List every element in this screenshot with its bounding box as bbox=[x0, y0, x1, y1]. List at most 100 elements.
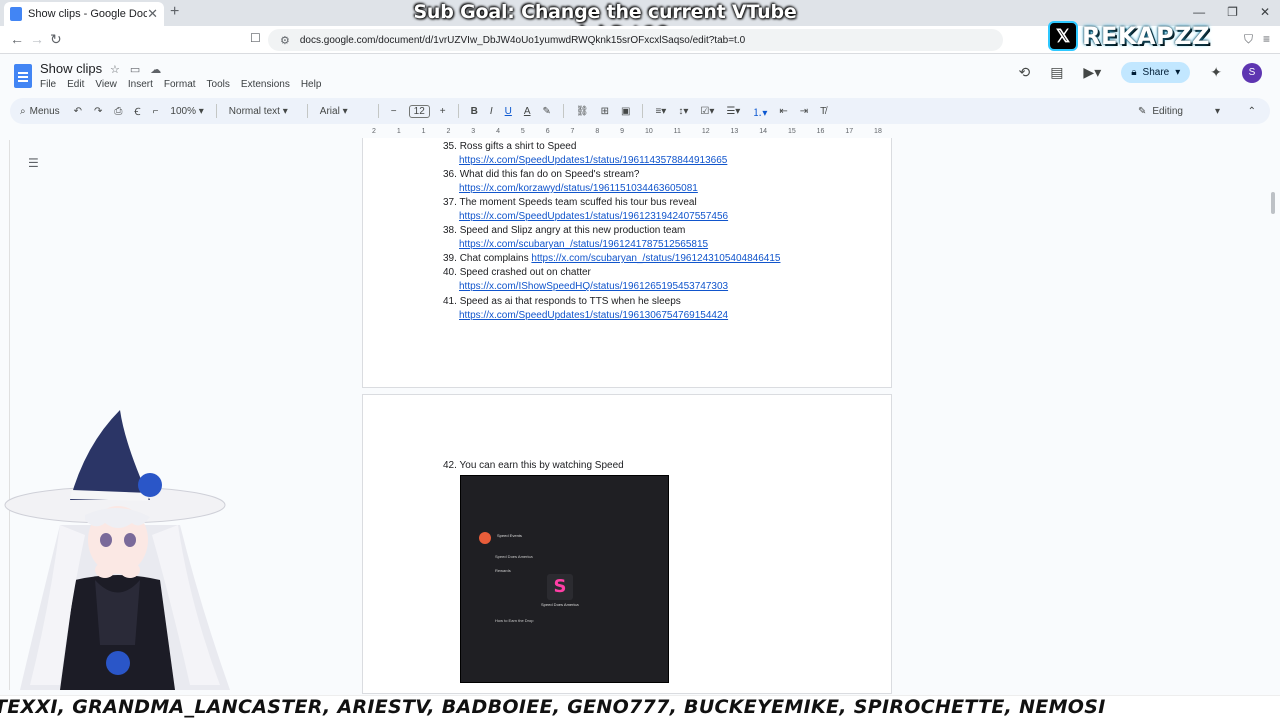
document-page[interactable]: 35. Ross gifts a shirt to Speed https://… bbox=[362, 138, 892, 388]
decrease-indent-icon[interactable]: ⇤ bbox=[779, 106, 787, 117]
list-item: 40. Speed crashed out on chatter bbox=[443, 267, 591, 278]
numbered-list-icon[interactable]: ⒈▾ bbox=[752, 104, 767, 119]
gemini-icon[interactable]: ✦ bbox=[1210, 64, 1222, 81]
font-size-input[interactable]: 12 bbox=[408, 104, 430, 118]
clip-link[interactable]: https://x.com/SpeedUpdates1/status/19613… bbox=[459, 310, 728, 321]
decrease-font-icon[interactable]: − bbox=[391, 106, 397, 117]
embedded-screenshot[interactable]: Speed Events Speed Does America Rewards … bbox=[460, 475, 669, 683]
horizontal-ruler[interactable]: 2 1 1 2 3 4 5 6 7 8 9 10 11 12 13 14 15 16 17 18 bbox=[362, 128, 892, 138]
forward-icon[interactable]: → bbox=[30, 31, 44, 47]
list-item: 37. The moment Speeds team scuffed his t… bbox=[443, 197, 697, 208]
undo-icon[interactable]: ↶ bbox=[74, 106, 82, 117]
channel-avatar bbox=[479, 532, 491, 544]
clip-link[interactable]: https://x.com/IShowSpeedHQ/status/196126… bbox=[459, 281, 728, 292]
menu-file[interactable]: File bbox=[40, 79, 56, 90]
x-icon: 𝕏 bbox=[1048, 21, 1078, 51]
add-comment-icon[interactable]: ⊞ bbox=[601, 106, 609, 117]
underline-icon[interactable]: U bbox=[505, 106, 512, 117]
style-select[interactable]: Normal text ▾ bbox=[229, 106, 295, 117]
document-title[interactable]: Show clips bbox=[40, 61, 102, 76]
version-history-icon[interactable]: ⟲ bbox=[1018, 64, 1030, 81]
minimize-icon[interactable]: — bbox=[1193, 5, 1205, 19]
list-item: 41. Speed as ai that responds to TTS whe… bbox=[443, 296, 681, 307]
editing-label: Editing bbox=[1152, 105, 1183, 117]
url-field[interactable]: ⚙ docs.google.com/document/d/1vrUZVIw_Db… bbox=[268, 29, 1003, 51]
menu-view[interactable]: View bbox=[95, 79, 117, 90]
avatar[interactable]: S bbox=[1242, 62, 1262, 83]
align-icon[interactable]: ≡▾ bbox=[655, 106, 666, 117]
new-tab-icon[interactable]: + bbox=[170, 3, 179, 21]
reload-icon[interactable]: ↻ bbox=[50, 31, 62, 48]
move-folder-icon[interactable]: ▭ bbox=[130, 63, 140, 76]
divider bbox=[642, 104, 644, 118]
highlight-icon[interactable]: ✎ bbox=[543, 106, 551, 117]
clip-link[interactable]: https://x.com/scubaryan_/status/19612417… bbox=[459, 239, 708, 250]
document-outline-icon[interactable]: ☰ bbox=[28, 156, 39, 170]
document-page[interactable]: 42. You can earn this by watching Speed … bbox=[362, 394, 892, 694]
chevron-down-icon: ▾ bbox=[1175, 67, 1181, 78]
editing-mode-select[interactable]: ✎ Editing ▾ bbox=[1138, 106, 1220, 117]
zoom-select[interactable]: 100% ▾ bbox=[170, 106, 203, 117]
clip-link[interactable]: https://x.com/korzawyd/status/1961151034… bbox=[459, 183, 698, 194]
collapse-toolbar-icon[interactable]: ⌃ bbox=[1248, 106, 1256, 117]
maximize-icon[interactable]: ❐ bbox=[1227, 5, 1238, 19]
close-tab-icon[interactable]: ✕ bbox=[147, 6, 158, 22]
docs-logo-icon[interactable] bbox=[14, 64, 32, 88]
ruler-mark: 9 bbox=[620, 128, 625, 135]
chevron-down-icon: ▾ bbox=[1214, 105, 1220, 117]
clip-link[interactable]: https://x.com/SpeedUpdates1/status/19612… bbox=[459, 211, 728, 222]
line-spacing-icon[interactable]: ↕▾ bbox=[678, 106, 688, 117]
star-icon[interactable]: ☆ bbox=[110, 63, 120, 76]
close-window-icon[interactable]: ✕ bbox=[1260, 5, 1270, 19]
cloud-status-icon[interactable]: ☁ bbox=[150, 63, 161, 76]
bookmark-icon[interactable]: ☐ bbox=[250, 31, 261, 45]
paint-format-icon[interactable]: ⌐ bbox=[153, 106, 159, 117]
list-item: 42. You can earn this by watching Speed bbox=[443, 460, 624, 471]
formatting-toolbar: ⌕ Menus ↶ ↷ ⎙ Ꞓ ⌐ 100% ▾ Normal text ▾ A… bbox=[10, 98, 1270, 124]
print-icon[interactable]: ⎙ bbox=[114, 106, 122, 117]
spellcheck-icon[interactable]: Ꞓ bbox=[134, 104, 140, 118]
share-label: Share bbox=[1142, 67, 1170, 78]
scrollbar[interactable] bbox=[1268, 140, 1278, 690]
menu-extensions[interactable]: Extensions bbox=[241, 79, 290, 90]
bulleted-list-icon[interactable]: ☰▾ bbox=[726, 106, 740, 117]
menu-icon[interactable]: ≡ bbox=[1263, 32, 1270, 47]
menus-search[interactable]: ⌕ Menus bbox=[20, 106, 60, 117]
docs-header: Show clips ☆ ▭ ☁ File Edit View Insert F… bbox=[0, 54, 1280, 98]
back-icon[interactable]: ← bbox=[10, 31, 24, 47]
menu-help[interactable]: Help bbox=[301, 79, 322, 90]
ruler-mark: 1 bbox=[396, 128, 401, 135]
clear-formatting-icon[interactable]: T̸ bbox=[820, 106, 826, 117]
menu-insert[interactable]: Insert bbox=[128, 79, 153, 90]
font-select[interactable]: Arial ▾ bbox=[320, 106, 366, 117]
extension-icons: ⛉ ≡ bbox=[1244, 32, 1270, 47]
insert-image-icon[interactable]: ▣ bbox=[621, 106, 630, 117]
scroll-thumb[interactable] bbox=[1271, 192, 1275, 214]
text-color-icon[interactable]: A bbox=[524, 106, 531, 117]
increase-font-icon[interactable]: + bbox=[440, 106, 446, 117]
link-icon[interactable]: ⛓ bbox=[576, 106, 589, 117]
browser-tab[interactable]: Show clips - Google Docs ✕ bbox=[4, 2, 164, 26]
ruler-mark: 2 bbox=[372, 128, 376, 135]
menu-edit[interactable]: Edit bbox=[67, 79, 84, 90]
share-button[interactable]: 🔒︎ Share ▾ bbox=[1121, 62, 1191, 83]
vtuber-avatar bbox=[4, 410, 230, 690]
increase-indent-icon[interactable]: ⇥ bbox=[800, 106, 808, 117]
checklist-icon[interactable]: ☑▾ bbox=[700, 106, 714, 117]
italic-icon[interactable]: I bbox=[490, 106, 493, 117]
clip-link[interactable]: https://x.com/scubaryan_/status/19612431… bbox=[531, 253, 780, 264]
ruler-mark: 7 bbox=[570, 128, 575, 135]
shield-icon[interactable]: ⛉ bbox=[1244, 32, 1253, 47]
ruler-mark: 10 bbox=[644, 128, 653, 135]
meet-icon[interactable]: ▶▾ bbox=[1083, 64, 1101, 81]
comments-icon[interactable]: ▤ bbox=[1050, 64, 1063, 81]
redo-icon[interactable]: ↷ bbox=[94, 106, 102, 117]
menu-tools[interactable]: Tools bbox=[207, 79, 230, 90]
social-handle: REKAPZZ bbox=[1082, 22, 1210, 50]
site-info-icon[interactable]: ⚙ bbox=[280, 34, 290, 47]
bold-icon[interactable]: B bbox=[471, 106, 478, 117]
google-docs-favicon-icon bbox=[10, 7, 22, 21]
clip-link[interactable]: https://x.com/SpeedUpdates1/status/19611… bbox=[459, 155, 727, 166]
list-item: 35. Ross gifts a shirt to Speed bbox=[443, 141, 577, 152]
menu-format[interactable]: Format bbox=[164, 79, 196, 90]
